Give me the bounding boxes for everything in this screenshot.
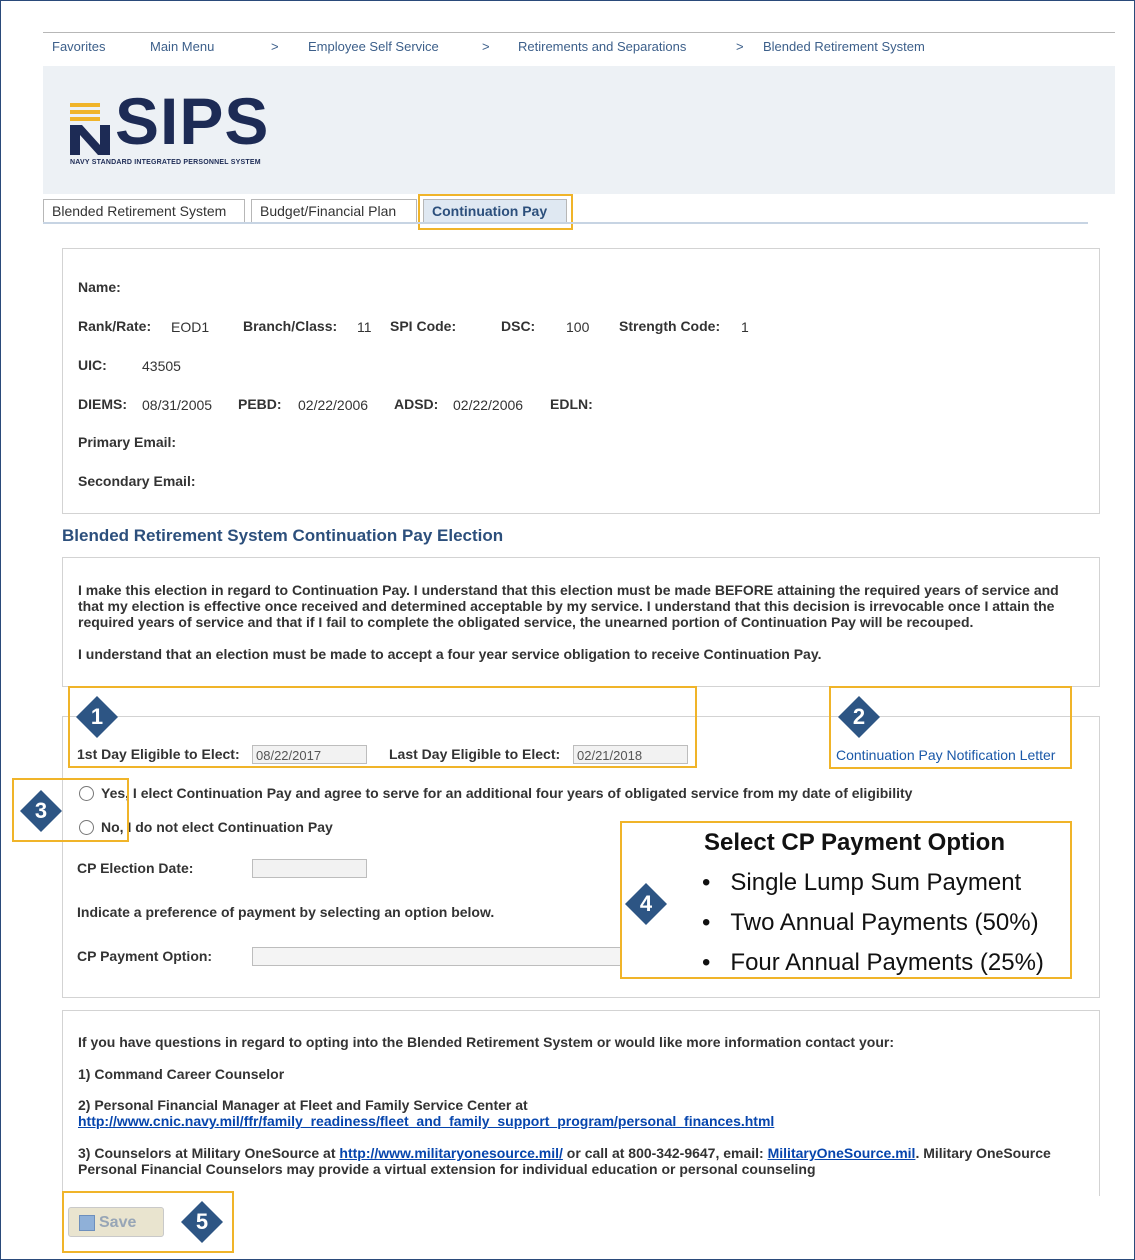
breadcrumb: Favorites Main Menu > Employee Self Serv… xyxy=(43,32,1115,61)
step-badge-3: 3 xyxy=(19,789,63,833)
preference-text: Indicate a preference of payment by sele… xyxy=(77,904,495,920)
military-onesource-link[interactable]: http://www.militaryonesource.mil/ xyxy=(339,1145,563,1161)
dsc-label: DSC: xyxy=(501,318,536,334)
breadcrumb-retirements[interactable]: Retirements and Separations xyxy=(518,39,686,54)
logo-text: SIPS xyxy=(115,84,270,158)
primary-email-label: Primary Email: xyxy=(78,434,177,450)
diems-label: DIEMS: xyxy=(78,396,127,412)
rank-label: Rank/Rate: xyxy=(78,318,152,334)
breadcrumb-employee-self-service[interactable]: Employee Self Service xyxy=(308,39,439,54)
info-item-1: 1) Command Career Counselor xyxy=(78,1066,285,1082)
personal-finances-link[interactable]: http://www.cnic.navy.mil/ffr/family_read… xyxy=(78,1113,774,1129)
tab-underline xyxy=(43,222,1088,224)
info-panel: If you have questions in regard to optin… xyxy=(62,1010,1100,1196)
election-date-field xyxy=(252,859,367,878)
strength-value: 1 xyxy=(741,319,749,335)
step-badge-1: 1 xyxy=(75,695,119,739)
callout-payment-options: Select CP Payment Option • Single Lump S… xyxy=(620,821,1072,979)
step-badge-4: 4 xyxy=(624,882,668,926)
breadcrumb-separator: > xyxy=(271,39,279,54)
step-badge-2: 2 xyxy=(837,695,881,739)
branch-label: Branch/Class: xyxy=(243,318,338,334)
callout-eligibility-dates xyxy=(68,686,697,768)
pebd-value: 02/22/2006 xyxy=(298,397,369,413)
tab-budget-financial-plan[interactable]: Budget/Financial Plan xyxy=(251,199,417,223)
breadcrumb-separator: > xyxy=(736,39,744,54)
election-date-label: CP Election Date: xyxy=(77,860,194,876)
payment-option-item: • Four Annual Payments (25%) xyxy=(702,949,1044,976)
payment-option-item: • Single Lump Sum Payment xyxy=(702,869,1022,896)
statement-panel: I make this election in regard to Contin… xyxy=(62,557,1100,687)
info-item-3-text-a: 3) Counselors at Military OneSource at xyxy=(78,1145,340,1161)
dsc-value: 100 xyxy=(566,319,590,335)
info-item-3: 3) Counselors at Military OneSource at h… xyxy=(78,1145,1088,1177)
yes-option-label[interactable]: Yes, I elect Continuation Pay and agree … xyxy=(101,785,912,801)
adsd-value: 02/22/2006 xyxy=(453,397,524,413)
strength-label: Strength Code: xyxy=(619,318,721,334)
info-item-2-text: 2) Personal Financial Manager at Fleet a… xyxy=(78,1097,528,1113)
onesource-email-link[interactable]: MilitaryOneSource.mil xyxy=(768,1145,916,1161)
logo-n-mark xyxy=(70,103,110,155)
branch-value: 11 xyxy=(357,319,372,335)
uic-label: UIC: xyxy=(78,357,107,373)
statement-obligation: I understand that an election must be ma… xyxy=(78,646,822,662)
secondary-email-label: Secondary Email: xyxy=(78,473,196,489)
header-banner: SIPS NAVY STANDARD INTEGRATED PERSONNEL … xyxy=(43,66,1115,194)
breadcrumb-blended-retirement[interactable]: Blended Retirement System xyxy=(763,39,925,54)
payment-option-label: CP Payment Option: xyxy=(77,948,213,964)
edln-label: EDLN: xyxy=(550,396,593,412)
name-label: Name: xyxy=(78,279,121,295)
uic-value: 43505 xyxy=(142,358,181,374)
tab-blended-retirement-system[interactable]: Blended Retirement System xyxy=(43,199,245,223)
spi-label: SPI Code: xyxy=(390,318,457,334)
step-badge-5: 5 xyxy=(180,1200,224,1244)
payment-option-item: • Two Annual Payments (50%) xyxy=(702,909,1039,936)
payment-options-title: Select CP Payment Option xyxy=(704,829,1005,856)
rank-value: EOD1 xyxy=(171,319,210,335)
pebd-label: PEBD: xyxy=(238,396,282,412)
member-info-panel: Name: Rank/Rate: EOD1 Branch/Class: 11 S… xyxy=(62,248,1100,514)
info-item-3-text-b: or call at 800-342-9647, email: xyxy=(562,1145,768,1161)
callout-tab-highlight xyxy=(418,194,573,230)
payment-option-select[interactable]: ∨ xyxy=(252,947,676,966)
breadcrumb-separator: > xyxy=(482,39,490,54)
info-item-2: 2) Personal Financial Manager at Fleet a… xyxy=(78,1097,1088,1129)
adsd-label: ADSD: xyxy=(394,396,439,412)
logo-subtitle: NAVY STANDARD INTEGRATED PERSONNEL SYSTE… xyxy=(70,159,261,166)
diems-value: 08/31/2005 xyxy=(142,397,213,413)
section-title: Blended Retirement System Continuation P… xyxy=(62,526,504,545)
no-option-label[interactable]: No, I do not elect Continuation Pay xyxy=(101,819,333,835)
statement-text: I make this election in regard to Contin… xyxy=(78,582,1059,630)
breadcrumb-favorites[interactable]: Favorites xyxy=(52,39,105,54)
info-intro: If you have questions in regard to optin… xyxy=(78,1034,894,1050)
breadcrumb-main-menu[interactable]: Main Menu xyxy=(150,39,214,54)
